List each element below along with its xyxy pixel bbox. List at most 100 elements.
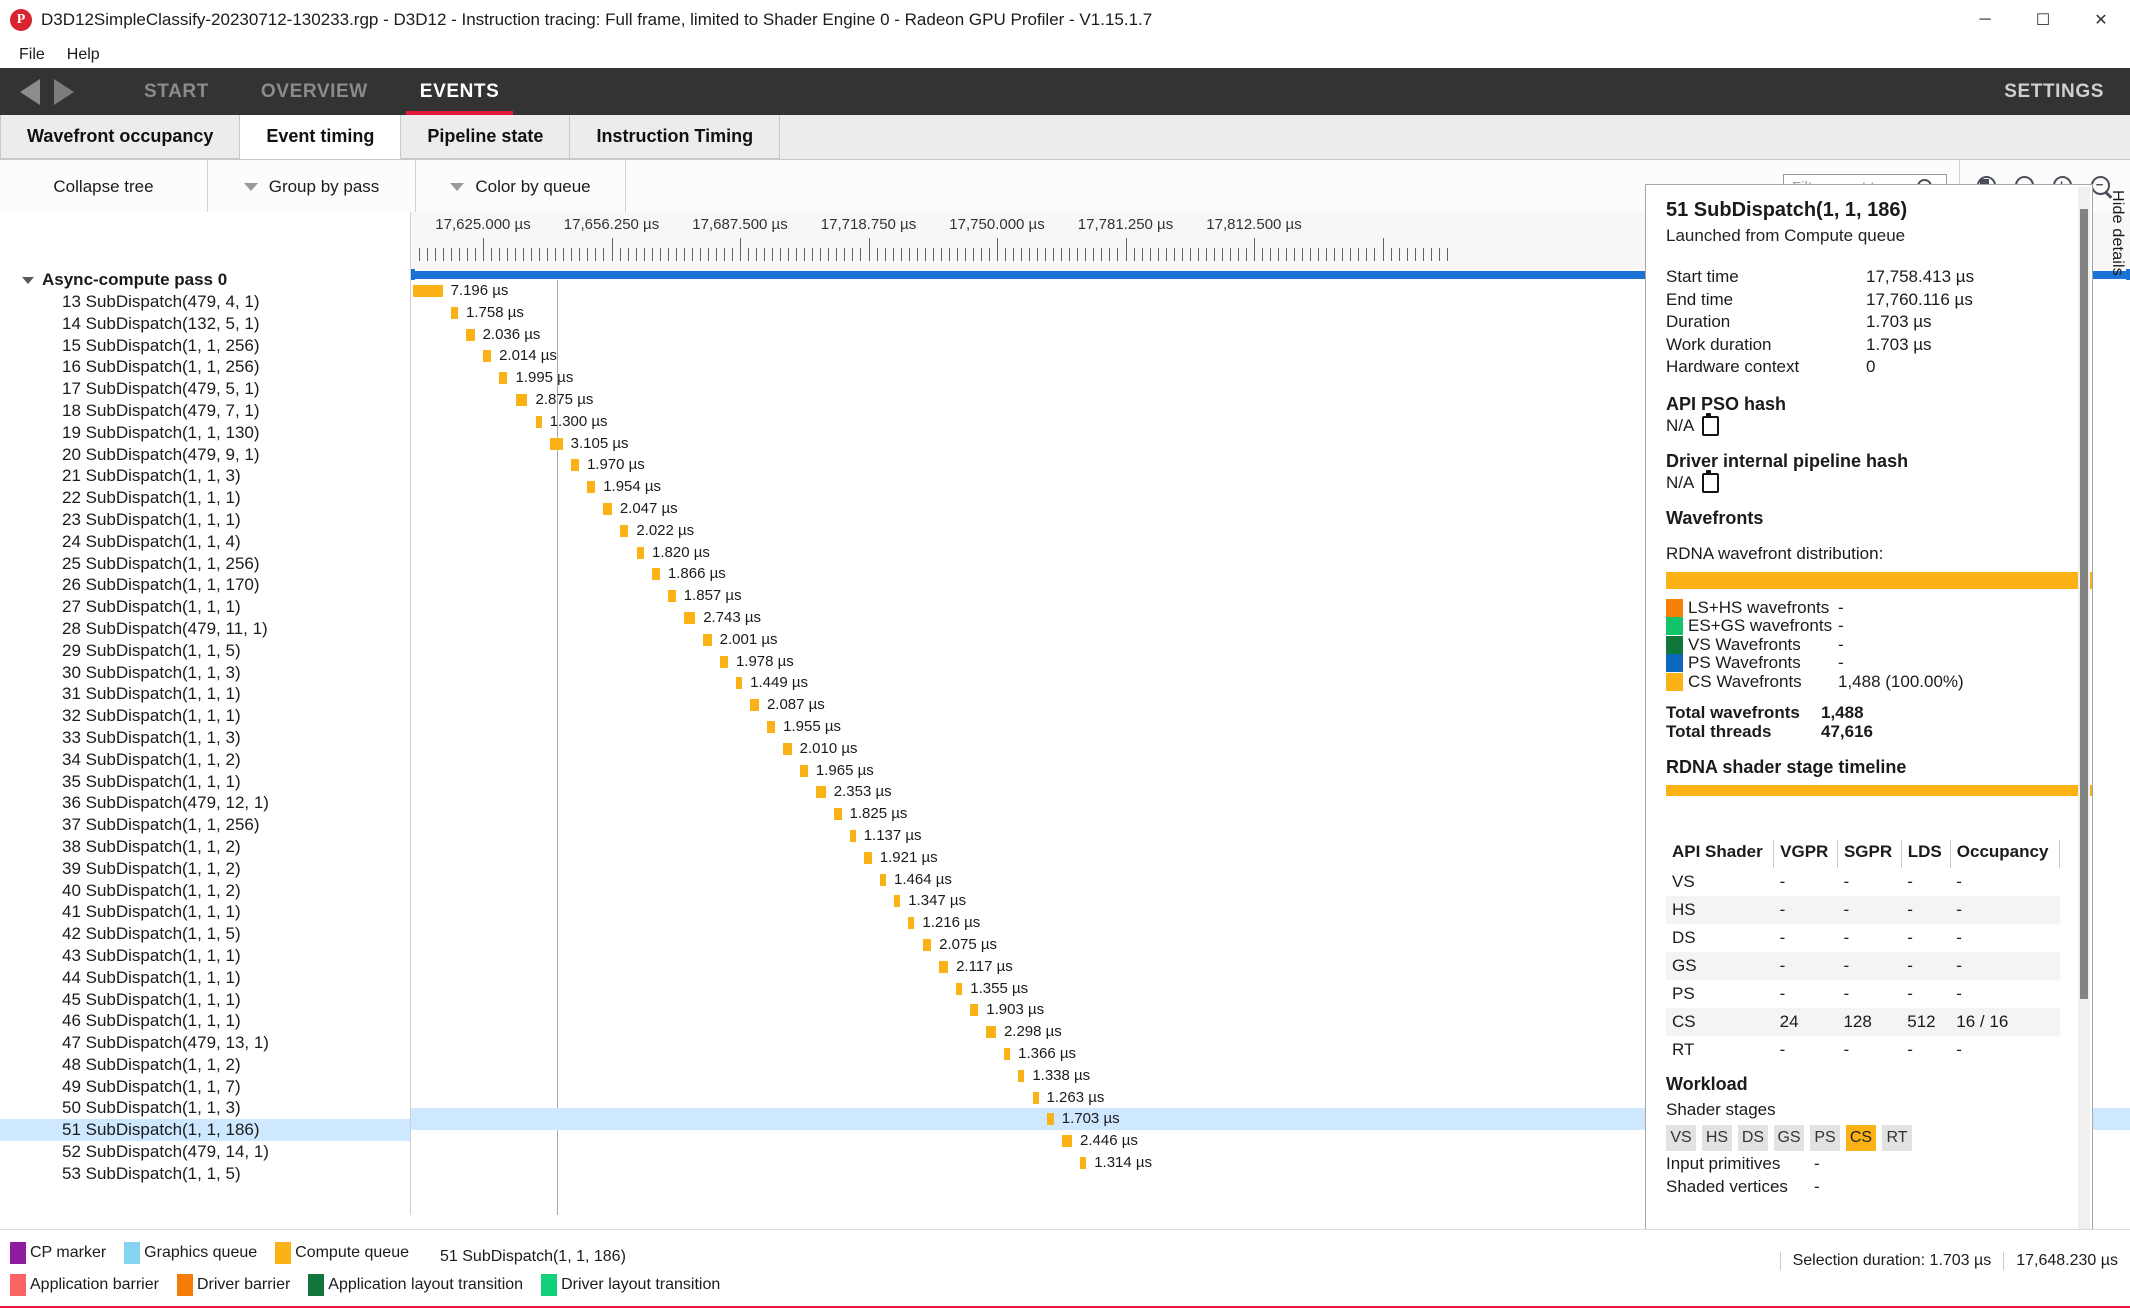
timeline-event-bar[interactable] [1061,1135,1072,1148]
timeline-event-bar[interactable] [603,503,612,515]
tree-item-event[interactable]: 42 SubDispatch(1, 1, 5) [0,923,410,945]
nav-tab-events[interactable]: EVENTS [394,68,526,115]
tree-item-event[interactable]: 25 SubDispatch(1, 1, 256) [0,553,410,575]
timeline-event-bar[interactable] [956,982,963,995]
chevron-down-icon[interactable] [22,276,34,284]
timeline-event-bar[interactable] [908,917,915,930]
timeline-event-bar[interactable] [970,1004,979,1017]
shader-stage-chip[interactable]: VS [1666,1125,1696,1151]
tree-item-event[interactable]: 14 SubDispatch(132, 5, 1) [0,313,410,335]
clipboard-icon[interactable] [1702,469,1720,493]
tree-item-event[interactable]: 26 SubDispatch(1, 1, 170) [0,574,410,596]
tree-item-event[interactable]: 44 SubDispatch(1, 1, 1) [0,967,410,989]
timeline-event-bar[interactable] [636,546,644,559]
tab-event-timing[interactable]: Event timing [240,115,402,159]
tree-item-event[interactable]: 36 SubDispatch(479, 12, 1) [0,792,410,814]
tree-item-event[interactable]: 48 SubDispatch(1, 1, 2) [0,1054,410,1076]
tree-item-event[interactable]: 15 SubDispatch(1, 1, 256) [0,335,410,357]
tab-instruction-timing[interactable]: Instruction Timing [570,115,781,159]
timeline-event-bar[interactable] [466,328,475,341]
range-bar-right-handle[interactable] [2126,269,2130,280]
tree-item-event[interactable]: 50 SubDispatch(1, 1, 3) [0,1097,410,1119]
nav-tab-overview[interactable]: OVERVIEW [235,68,394,115]
tree-item-event[interactable]: 51 SubDispatch(1, 1, 186) [0,1119,410,1142]
shader-stage-chip[interactable]: DS [1738,1125,1768,1151]
timeline-event-bar[interactable] [1004,1048,1011,1060]
timeline-event-bar[interactable] [549,437,563,450]
tree-item-event[interactable]: 38 SubDispatch(1, 1, 2) [0,836,410,858]
timeline-event-bar[interactable] [499,372,508,385]
tree-item-event[interactable]: 24 SubDispatch(1, 1, 4) [0,531,410,553]
timeline-event-bar[interactable] [880,873,887,886]
tree-item-event[interactable]: 18 SubDispatch(479, 7, 1) [0,400,410,422]
timeline-event-bar[interactable] [570,459,579,472]
tree-item-event[interactable]: 34 SubDispatch(1, 1, 2) [0,749,410,771]
menu-item-file[interactable]: File [8,43,56,67]
timeline-event-bar[interactable] [767,721,776,733]
timeline-event-bar[interactable] [863,851,872,864]
tree-item-event[interactable]: 39 SubDispatch(1, 1, 2) [0,858,410,880]
timeline-event-bar[interactable] [799,764,808,777]
timeline-event-bar[interactable] [750,699,759,712]
nav-tab-start[interactable]: START [118,68,235,115]
shader-stage-chip[interactable]: PS [1810,1125,1840,1151]
shader-stage-chip[interactable]: HS [1702,1125,1732,1151]
tree-item-event[interactable]: 33 SubDispatch(1, 1, 3) [0,727,410,749]
timeline-event-bar[interactable] [450,306,458,319]
tree-item-event[interactable]: 45 SubDispatch(1, 1, 1) [0,989,410,1011]
timeline-event-bar[interactable] [703,633,712,646]
timeline-event-bar[interactable] [1046,1113,1054,1126]
tree-item-event[interactable]: 16 SubDispatch(1, 1, 256) [0,356,410,378]
timeline-event-bar[interactable] [587,481,596,494]
timeline-event-bar[interactable] [939,960,949,973]
details-scrollbar-thumb[interactable] [2080,209,2088,999]
details-scrollbar[interactable] [2078,187,2090,1243]
shader-stage-chip[interactable]: RT [1882,1125,1912,1151]
shader-stage-chip[interactable]: GS [1774,1125,1804,1151]
tree-item-event[interactable]: 35 SubDispatch(1, 1, 1) [0,771,410,793]
timeline-event-bar[interactable] [668,590,676,603]
tree-item-event[interactable]: 30 SubDispatch(1, 1, 3) [0,662,410,684]
minimize-icon[interactable]: ─ [1956,0,2014,40]
tree-item-event[interactable]: 41 SubDispatch(1, 1, 1) [0,901,410,923]
timeline-event-bar[interactable] [736,677,743,690]
forward-arrow-icon[interactable] [54,78,74,105]
nav-settings-button[interactable]: SETTINGS [2004,68,2104,115]
timeline-event-bar[interactable] [986,1026,996,1039]
timeline-event-bar[interactable] [535,415,542,428]
timeline-event-bar[interactable] [1018,1069,1025,1082]
collapse-tree-button[interactable]: Collapse tree [0,160,208,214]
timeline-event-bar[interactable] [482,350,492,363]
timeline-event-bar[interactable] [834,808,842,821]
maximize-icon[interactable]: ☐ [2014,0,2072,40]
event-tree-pane[interactable]: Async-compute pass 0 13 SubDispatch(479,… [0,212,411,1215]
tree-item-event[interactable]: 27 SubDispatch(1, 1, 1) [0,596,410,618]
tree-root-node[interactable]: Async-compute pass 0 [0,269,410,291]
timeline-event-bar[interactable] [894,895,901,908]
close-icon[interactable]: ✕ [2072,0,2130,40]
tree-item-event[interactable]: 46 SubDispatch(1, 1, 1) [0,1010,410,1032]
shader-stage-chip[interactable]: CS [1846,1125,1876,1151]
timeline-event-bar[interactable] [515,394,528,406]
back-arrow-icon[interactable] [20,78,40,105]
tree-item-event[interactable]: 17 SubDispatch(479, 5, 1) [0,378,410,400]
tree-item-event[interactable]: 47 SubDispatch(479, 13, 1) [0,1032,410,1054]
tree-item-event[interactable]: 23 SubDispatch(1, 1, 1) [0,509,410,531]
tree-item-event[interactable]: 28 SubDispatch(479, 11, 1) [0,618,410,640]
color-by-dropdown[interactable]: Color by queue [416,160,626,214]
hide-details-button[interactable]: Hide details [2096,190,2126,276]
tree-item-event[interactable]: 37 SubDispatch(1, 1, 256) [0,814,410,836]
tree-item-event[interactable]: 21 SubDispatch(1, 1, 3) [0,465,410,487]
tree-item-event[interactable]: 13 SubDispatch(479, 4, 1) [0,291,410,313]
timeline-event-bar[interactable] [816,786,826,799]
timeline-event-bar[interactable] [652,568,660,581]
tree-item-event[interactable]: 22 SubDispatch(1, 1, 1) [0,487,410,509]
timeline-event-bar[interactable] [1032,1091,1039,1104]
range-bar-left-handle[interactable] [411,269,415,280]
timeline-event-bar[interactable] [620,524,629,537]
timeline-event-bar[interactable] [922,939,932,951]
tree-item-event[interactable]: 52 SubDispatch(479, 14, 1) [0,1141,410,1163]
timeline-event-bar[interactable] [719,655,728,668]
tab-pipeline-state[interactable]: Pipeline state [401,115,571,159]
tree-item-event[interactable]: 32 SubDispatch(1, 1, 1) [0,705,410,727]
